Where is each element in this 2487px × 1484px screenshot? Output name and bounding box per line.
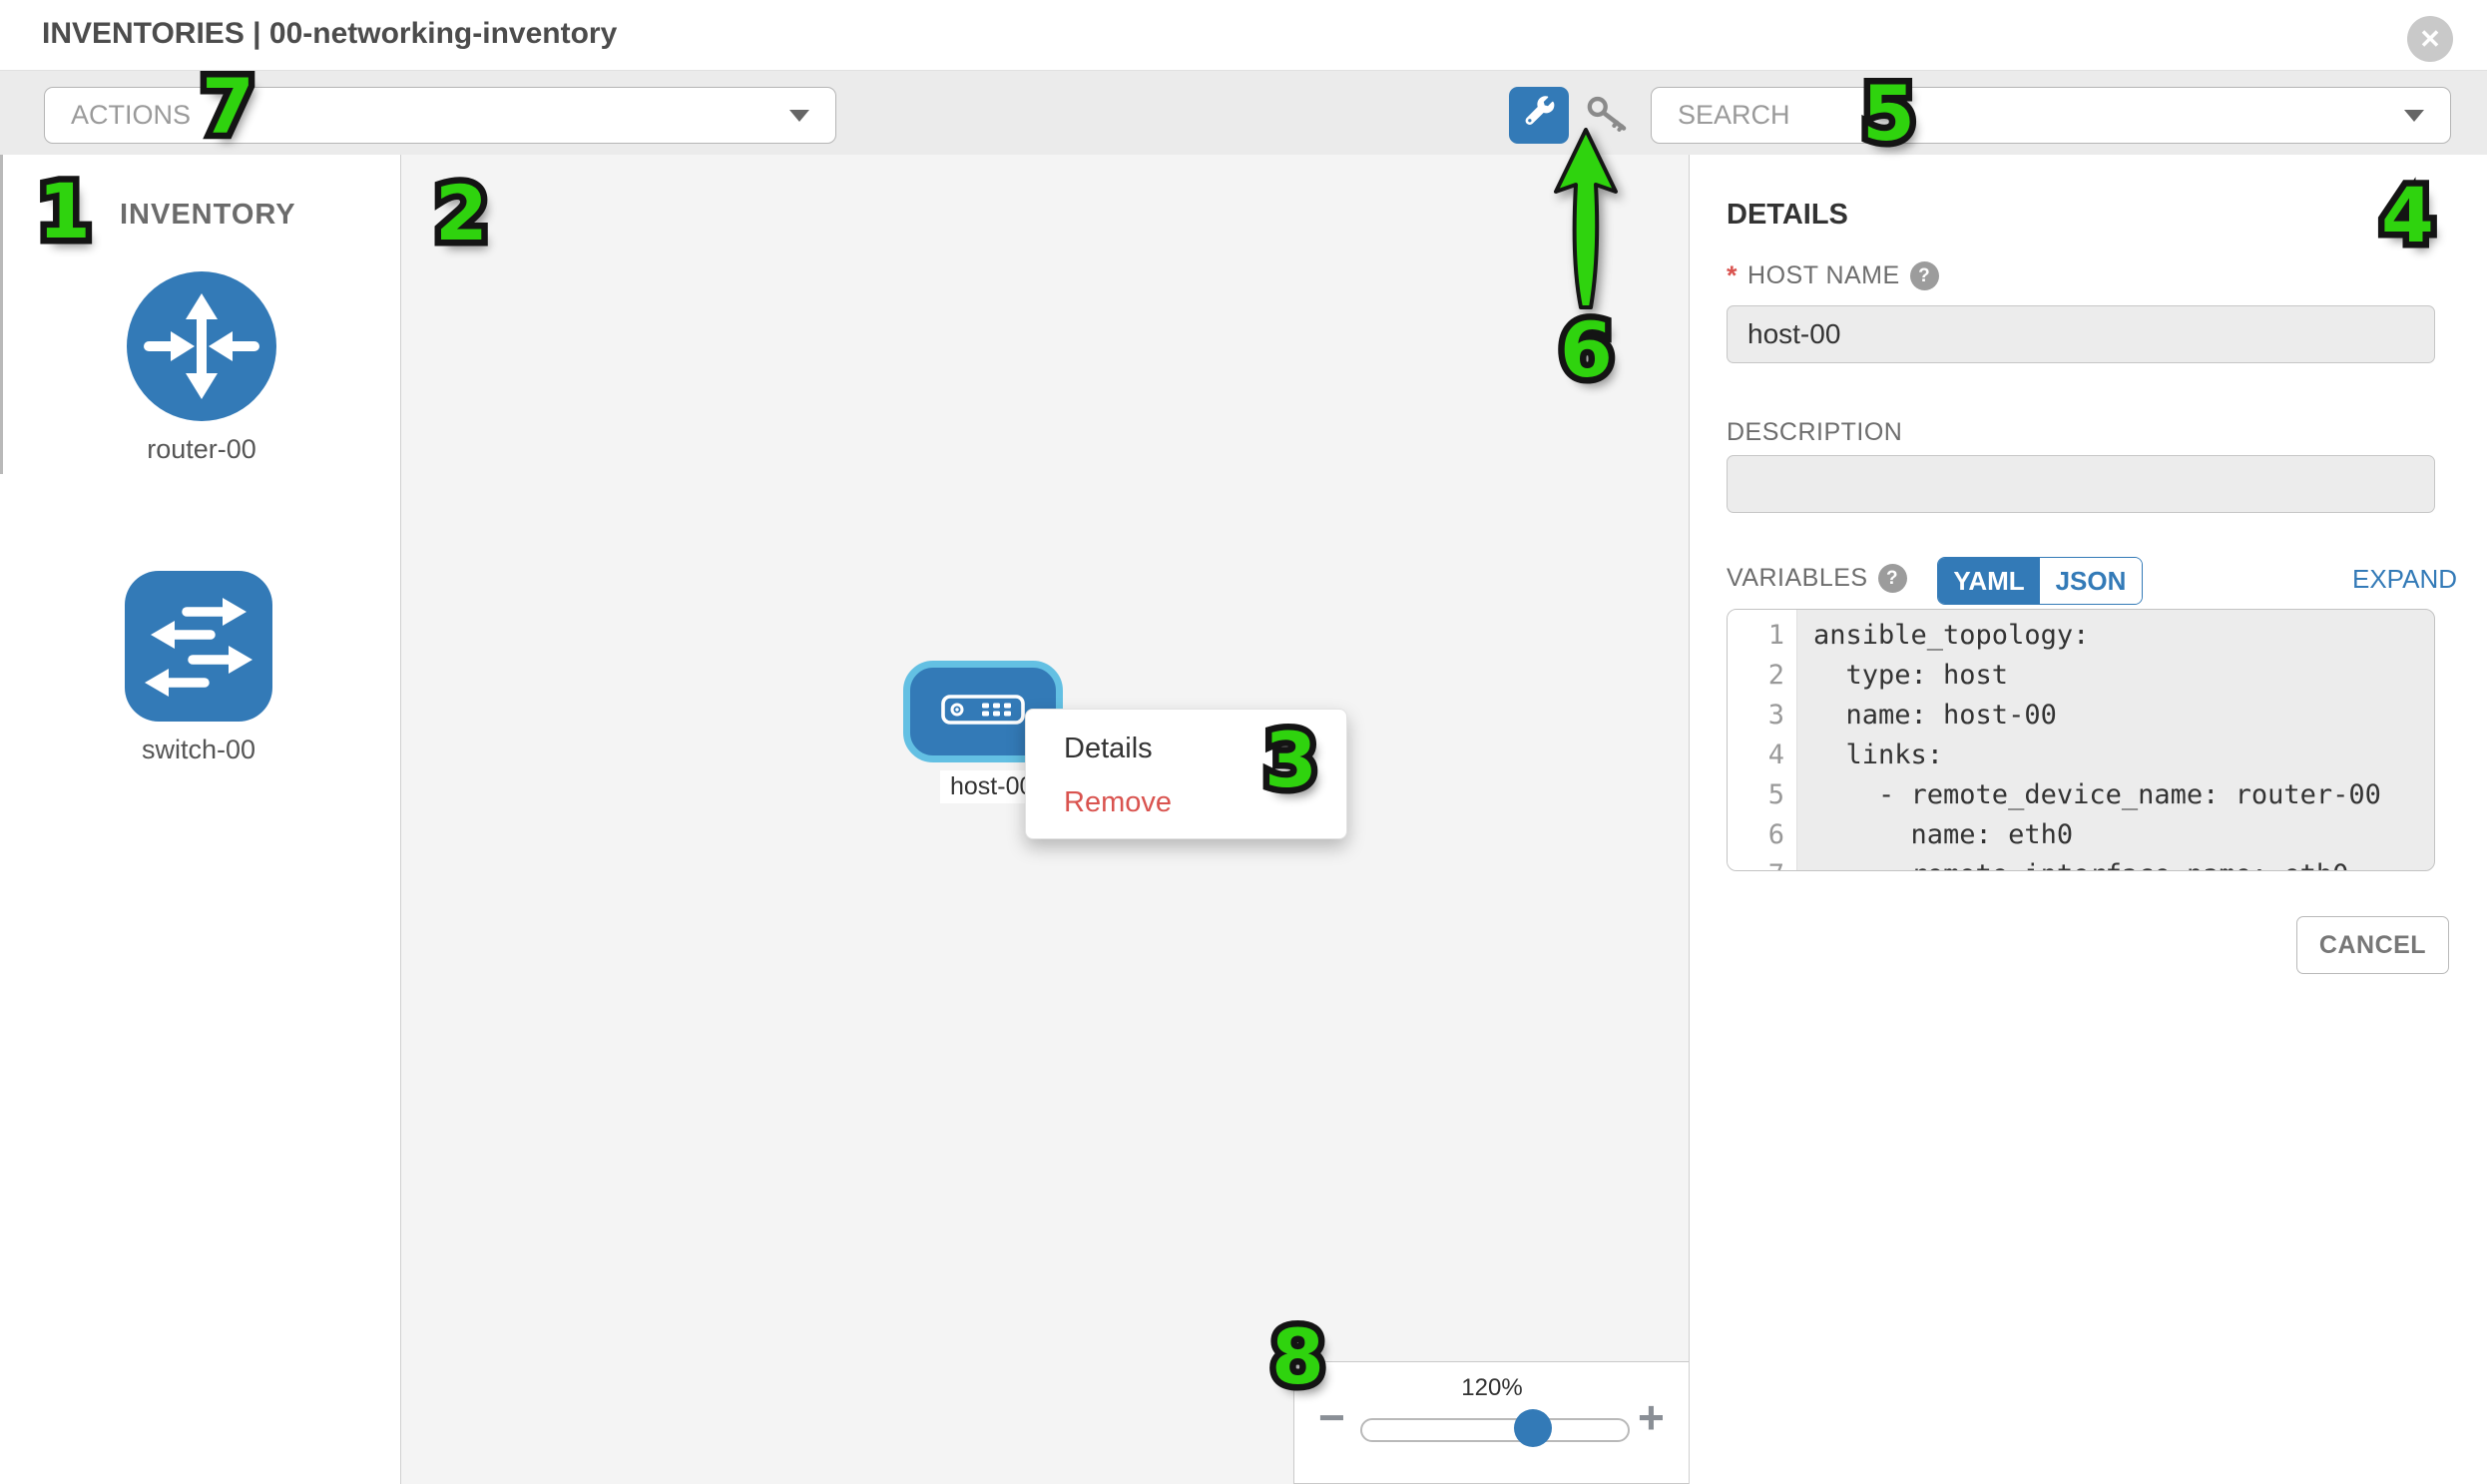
line-number: 5 [1728,775,1796,815]
code-line: - remote_device_name: router-00 [1813,775,2434,815]
line-number: 2 [1728,656,1796,696]
topology-canvas[interactable]: host-00 Details Remove 120% − + [401,155,1690,1484]
host-name-label: HOST NAME [1747,261,1900,290]
format-option-yaml[interactable]: YAML [1938,558,2040,604]
palette-item-label: router-00 [147,434,256,465]
line-number: 4 [1728,736,1796,775]
help-icon[interactable]: ? [1878,564,1907,593]
line-number: 6 [1728,815,1796,855]
close-icon[interactable]: ✕ [2407,16,2453,62]
variables-label: VARIABLES [1727,564,1868,593]
key-icon [1585,94,1631,139]
palette-item-router[interactable]: router-00 [127,271,276,465]
key-credentials-button[interactable] [1585,93,1631,139]
configure-tools-button[interactable] [1509,87,1569,144]
code-line: name: eth0 [1813,815,2434,855]
router-icon [127,271,276,426]
code-line: links: [1813,736,2434,775]
palette-item-switch[interactable]: switch-00 [125,571,272,765]
description-input[interactable] [1727,455,2435,513]
zoom-slider-track[interactable] [1360,1418,1630,1442]
host-icon [941,695,1025,730]
breadcrumb-bar: INVENTORIES | 00-networking-inventory ✕ [0,0,2487,71]
actions-dropdown-label: ACTIONS [71,100,191,131]
zoom-in-button[interactable]: + [1638,1390,1665,1444]
line-number: 1 [1728,616,1796,656]
line-number: 3 [1728,696,1796,736]
inventory-palette-title: INVENTORY [120,199,296,232]
host-name-input[interactable] [1727,305,2435,363]
details-panel-title: DETAILS [1727,199,1848,232]
code-line: name: host-00 [1813,696,2434,736]
zoom-slider-thumb[interactable] [1514,1409,1552,1447]
code-line: remote_interface_name: eth0 [1813,855,2434,871]
search-dropdown-label: SEARCH [1678,100,1790,131]
code-line: type: host [1813,656,2434,696]
help-icon[interactable]: ? [1910,261,1939,290]
chevron-down-icon [2404,110,2424,122]
switch-icon [125,571,272,727]
required-asterisk: * [1727,260,1738,291]
variables-format-toggle: YAML JSON [1937,557,2143,605]
format-option-json[interactable]: JSON [2040,558,2142,604]
toolbar: ACTIONS SEARCH [0,71,2487,156]
palette-item-label: switch-00 [142,735,255,765]
details-panel: DETAILS * HOST NAME ? DESCRIPTION VARIAB… [1690,155,2487,1484]
expand-link[interactable]: EXPAND [2352,564,2457,595]
search-dropdown[interactable]: SEARCH [1651,87,2451,144]
host-name-label-row: * HOST NAME ? [1727,260,1939,291]
node-context-menu: Details Remove [1025,709,1347,839]
description-label: DESCRIPTION [1727,418,1902,447]
code-line: ansible_topology: [1813,616,2434,656]
description-label-row: DESCRIPTION [1727,418,1902,447]
networking-inventory-app: INVENTORIES | 00-networking-inventory ✕ … [0,0,2487,1484]
cancel-button[interactable]: CANCEL [2296,916,2449,974]
variables-editor[interactable]: 1 2 3 4 5 6 7 ansible_topology: type: ho… [1727,609,2435,871]
zoom-out-button[interactable]: − [1318,1390,1345,1444]
actions-dropdown[interactable]: ACTIONS [44,87,836,144]
page-title: INVENTORIES | 00-networking-inventory [42,17,617,51]
palette-scroll-edge [0,155,3,474]
wrench-icon [1521,95,1557,136]
context-menu-item-remove[interactable]: Remove [1026,775,1346,829]
chevron-down-icon [789,110,809,122]
editor-line-numbers: 1 2 3 4 5 6 7 [1728,610,1797,870]
variables-label-row: VARIABLES ? [1727,564,1907,593]
line-number: 7 [1728,855,1796,871]
zoom-control-panel: 120% − + [1293,1361,1690,1484]
inventory-palette: INVENTORY router-00 [0,155,401,1484]
editor-code-area[interactable]: ansible_topology: type: host name: host-… [1797,610,2434,870]
zoom-level-value: 120% [1294,1374,1690,1402]
context-menu-item-details[interactable]: Details [1026,722,1346,775]
